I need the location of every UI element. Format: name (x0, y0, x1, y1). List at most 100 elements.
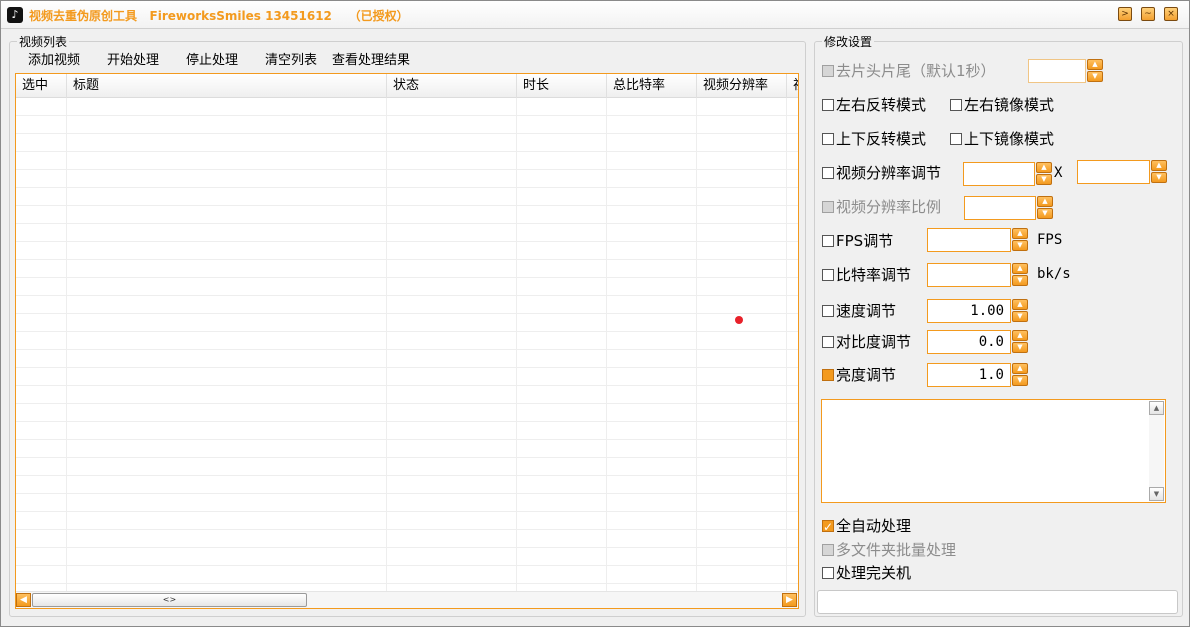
mirror-ud-checkbox[interactable]: 上下镜像模式 (950, 129, 1054, 149)
speed-spin-buttons[interactable]: ▲ ▼ (1012, 299, 1028, 323)
spin-down-icon[interactable]: ▼ (1037, 208, 1053, 219)
checkbox-box (822, 235, 834, 247)
fps-input[interactable] (927, 228, 1011, 252)
resolution-checkbox[interactable]: 视频分辨率调节 (822, 163, 941, 183)
resolution-width-spin-buttons[interactable]: ▲ ▼ (1036, 162, 1052, 186)
column-divider (386, 98, 387, 592)
stop-process-button[interactable]: 停止处理 (186, 49, 238, 68)
log-textarea[interactable]: ▲ ▼ (821, 399, 1166, 503)
bitrate-spin-buttons[interactable]: ▲ ▼ (1012, 263, 1028, 287)
speed-checkbox[interactable]: 速度调节 (822, 301, 896, 321)
horizontal-scrollbar[interactable]: ◀ <> ▶ (16, 591, 798, 608)
resolution-width-input[interactable] (963, 162, 1035, 186)
speed-input[interactable]: 1.00 (927, 299, 1011, 323)
start-process-button[interactable]: 开始处理 (107, 49, 159, 68)
trim-spin-buttons[interactable]: ▲ ▼ (1087, 59, 1103, 83)
spin-up-icon[interactable]: ▲ (1151, 160, 1167, 171)
checkbox-box (822, 201, 834, 213)
trim-input[interactable] (1028, 59, 1086, 83)
app-window: ♪ 视频去重伪原创工具 FireworksSmiles 13451612 （已授… (0, 0, 1190, 627)
contrast-label: 对比度调节 (836, 333, 912, 351)
spin-up-icon[interactable]: ▲ (1087, 59, 1103, 70)
bitrate-label: 比特率调节 (836, 266, 912, 284)
brightness-checkbox[interactable]: 亮度调节 (822, 365, 896, 385)
column-header-selected[interactable]: 选中 (16, 74, 67, 98)
checkbox-box (822, 99, 834, 111)
spin-down-icon[interactable]: ▼ (1012, 375, 1028, 386)
batch-folders-checkbox[interactable]: 多文件夹批量处理 (822, 540, 956, 560)
checkbox-box (950, 133, 962, 145)
shutdown-checkbox[interactable]: 处理完关机 (822, 563, 911, 583)
spin-up-icon[interactable]: ▲ (1012, 330, 1028, 341)
contrast-checkbox[interactable]: 对比度调节 (822, 332, 911, 352)
flip-ud-label: 上下反转模式 (836, 130, 927, 148)
scroll-up-icon[interactable]: ▲ (1149, 401, 1164, 415)
column-header-more[interactable]: 视 (787, 74, 798, 98)
scroll-thumb[interactable]: <> (32, 593, 307, 607)
trim-checkbox[interactable]: 去片头片尾（默认1秒） (822, 61, 996, 81)
auto-process-checkbox[interactable]: 全自动处理 (822, 516, 912, 537)
title-bar: ♪ 视频去重伪原创工具 FireworksSmiles 13451612 （已授… (1, 1, 1189, 29)
ratio-spin-buttons[interactable]: ▲ ▼ (1037, 196, 1053, 220)
clear-list-button[interactable]: 清空列表 (265, 49, 317, 68)
table-body[interactable] (16, 98, 798, 592)
resolution-height-input[interactable] (1077, 160, 1150, 184)
contrast-spin-buttons[interactable]: ▲ ▼ (1012, 330, 1028, 354)
column-header-resolution[interactable]: 视频分辨率 (697, 74, 787, 98)
flip-lr-checkbox[interactable]: 左右反转模式 (822, 95, 926, 115)
resolution-height-spin-buttons[interactable]: ▲ ▼ (1151, 160, 1167, 184)
spin-up-icon[interactable]: ▲ (1012, 299, 1028, 310)
spin-down-icon[interactable]: ▼ (1087, 71, 1103, 82)
log-vertical-scrollbar[interactable]: ▲ ▼ (1149, 401, 1164, 501)
spin-down-icon[interactable]: ▼ (1151, 172, 1167, 183)
brightness-spin-buttons[interactable]: ▲ ▼ (1012, 363, 1028, 387)
resolution-separator: X (1054, 165, 1063, 181)
minimize-button[interactable]: > (1118, 7, 1132, 21)
view-results-button[interactable]: 查看处理结果 (332, 49, 410, 68)
ratio-checkbox[interactable]: 视频分辨率比例 (822, 197, 941, 217)
auto-process-label: 全自动处理 (836, 517, 912, 535)
bitrate-input[interactable] (927, 263, 1011, 287)
status-bar (817, 590, 1178, 614)
column-header-title[interactable]: 标题 (67, 74, 387, 98)
spin-down-icon[interactable]: ▼ (1012, 240, 1028, 251)
scroll-down-icon[interactable]: ▼ (1149, 487, 1164, 501)
mirror-ud-label: 上下镜像模式 (964, 130, 1055, 148)
mirror-lr-label: 左右镜像模式 (964, 96, 1055, 114)
spin-up-icon[interactable]: ▲ (1012, 363, 1028, 374)
bitrate-checkbox[interactable]: 比特率调节 (822, 265, 911, 285)
shutdown-label: 处理完关机 (836, 564, 912, 582)
maximize-button[interactable]: ~ (1141, 7, 1155, 21)
fps-checkbox[interactable]: FPS调节 (822, 231, 893, 251)
column-divider (516, 98, 517, 592)
contrast-input[interactable]: 0.0 (927, 330, 1011, 354)
column-header-bitrate[interactable]: 总比特率 (607, 74, 697, 98)
checkbox-box (822, 544, 834, 556)
scroll-right-icon[interactable]: ▶ (782, 593, 797, 607)
column-divider (696, 98, 697, 592)
add-video-button[interactable]: 添加视频 (28, 49, 80, 68)
red-dot-marker (735, 316, 743, 324)
spin-down-icon[interactable]: ▼ (1012, 342, 1028, 353)
checkbox-box (822, 567, 834, 579)
brightness-input[interactable]: 1.0 (927, 363, 1011, 387)
brightness-label: 亮度调节 (836, 366, 897, 384)
mirror-lr-checkbox[interactable]: 左右镜像模式 (950, 95, 1054, 115)
fps-spin-buttons[interactable]: ▲ ▼ (1012, 228, 1028, 252)
settings-group-title: 修改设置 (822, 33, 875, 50)
flip-ud-checkbox[interactable]: 上下反转模式 (822, 129, 926, 149)
spin-up-icon[interactable]: ▲ (1012, 263, 1028, 274)
spin-up-icon[interactable]: ▲ (1036, 162, 1052, 173)
column-header-status[interactable]: 状态 (387, 74, 517, 98)
spin-up-icon[interactable]: ▲ (1037, 196, 1053, 207)
ratio-input[interactable] (964, 196, 1036, 220)
spin-down-icon[interactable]: ▼ (1036, 174, 1052, 185)
close-button[interactable]: × (1164, 7, 1178, 21)
ratio-label: 视频分辨率比例 (836, 198, 942, 216)
video-table[interactable]: 选中 标题 状态 时长 总比特率 视频分辨率 视 ◀ <> ▶ (15, 73, 799, 609)
spin-down-icon[interactable]: ▼ (1012, 311, 1028, 322)
column-header-duration[interactable]: 时长 (517, 74, 607, 98)
spin-up-icon[interactable]: ▲ (1012, 228, 1028, 239)
scroll-left-icon[interactable]: ◀ (16, 593, 31, 607)
spin-down-icon[interactable]: ▼ (1012, 275, 1028, 286)
